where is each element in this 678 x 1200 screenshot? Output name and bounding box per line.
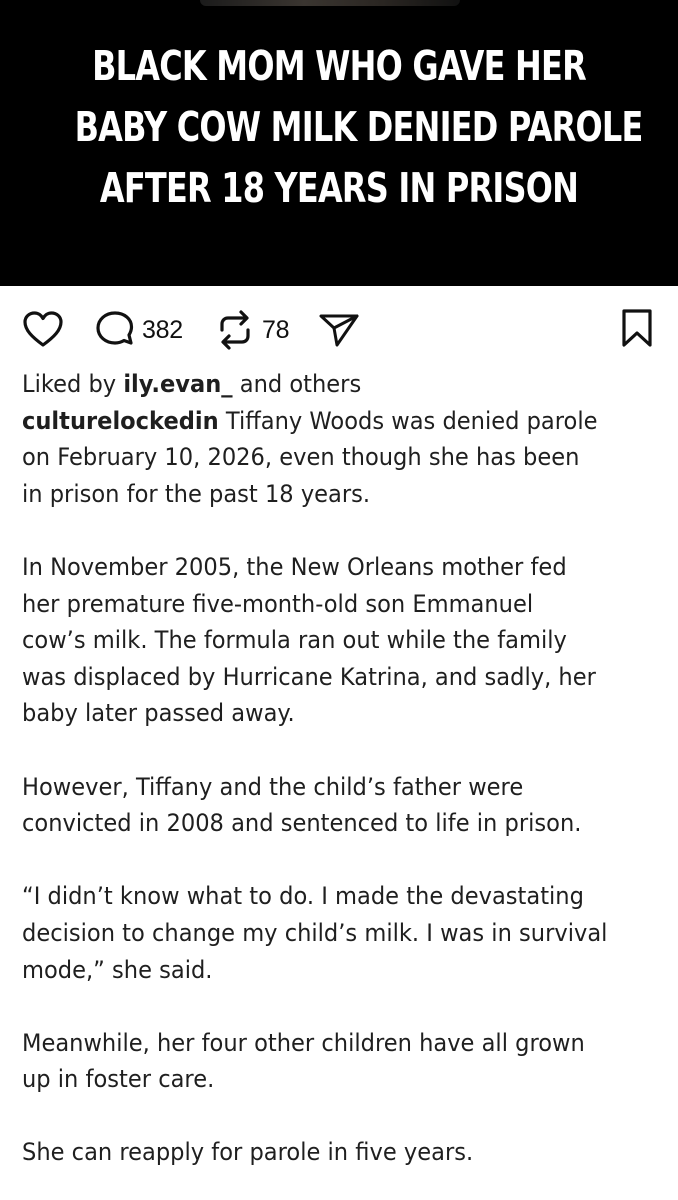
caption-line: Meanwhile, her four other children have … bbox=[22, 1027, 585, 1057]
post-image[interactable]: BLACK MOM WHO GAVE HER BABY COW MILK DEN… bbox=[0, 0, 678, 286]
caption-line: on February 10, 2026, even though she ha… bbox=[22, 442, 580, 472]
caption-line: up in foster care. bbox=[22, 1064, 215, 1094]
image-headline: BLACK MOM WHO GAVE HER BABY COW MILK DEN… bbox=[74, 36, 644, 219]
save-button[interactable] bbox=[620, 308, 654, 348]
caption-line: in prison for the past 18 years. bbox=[22, 478, 371, 508]
caption-line: decision to change my child’s milk. I wa… bbox=[22, 917, 608, 947]
caption-line: baby later passed away. bbox=[22, 698, 295, 728]
caption-line: “I didn’t know what to do. I made the de… bbox=[22, 881, 584, 911]
liked-by-user-link[interactable]: ily.evan_ bbox=[123, 369, 232, 398]
caption-line: She can reapply for parole in five years… bbox=[22, 1137, 474, 1167]
liked-by-line: Liked by ily.evan_ and others bbox=[22, 366, 662, 403]
repost-button[interactable]: 78 bbox=[214, 308, 290, 352]
headline-line: BABY COW MILK DENIED PAROLE bbox=[74, 103, 644, 151]
caption-line: mode,” she said. bbox=[22, 954, 213, 984]
share-button[interactable] bbox=[318, 312, 360, 348]
caption-line: was displaced by Hurricane Katrina, and … bbox=[22, 661, 596, 691]
liked-by-prefix: Liked by bbox=[22, 369, 124, 398]
comment-bubble-icon bbox=[96, 311, 134, 345]
caption-line: cow’s milk. The formula ran out while th… bbox=[22, 625, 567, 655]
caption-text: Tiffany Woods was denied parole bbox=[218, 405, 598, 435]
send-paper-plane-icon bbox=[319, 314, 359, 347]
author-username-link[interactable]: culturelockedin bbox=[22, 406, 219, 435]
caption-line: convicted in 2008 and sentenced to life … bbox=[22, 808, 582, 838]
heart-icon bbox=[23, 311, 63, 347]
image-photo-edge bbox=[200, 0, 460, 6]
headline-line: BLACK MOM WHO GAVE HER bbox=[92, 42, 587, 90]
caption-line: her premature five-month-old son Emmanue… bbox=[22, 588, 534, 618]
comment-count: 382 bbox=[142, 315, 183, 344]
caption-line: In November 2005, the New Orleans mother… bbox=[22, 551, 567, 581]
repost-arrows-icon bbox=[220, 310, 250, 350]
like-button[interactable] bbox=[22, 310, 64, 348]
comment-button[interactable]: 382 bbox=[94, 310, 183, 350]
post-action-bar: 382 78 bbox=[0, 298, 678, 360]
liked-by-suffix[interactable]: and others bbox=[233, 369, 361, 398]
bookmark-icon bbox=[622, 309, 652, 347]
caption-first-line: culturelockedin Tiffany Woods was denied… bbox=[22, 403, 662, 440]
headline-line: AFTER 18 YEARS IN PRISON bbox=[99, 164, 579, 212]
post-caption: Liked by ily.evan_ and others cultureloc… bbox=[22, 366, 662, 1171]
caption-line: However, Tiffany and the child’s father … bbox=[22, 771, 524, 801]
repost-count: 78 bbox=[262, 315, 290, 344]
